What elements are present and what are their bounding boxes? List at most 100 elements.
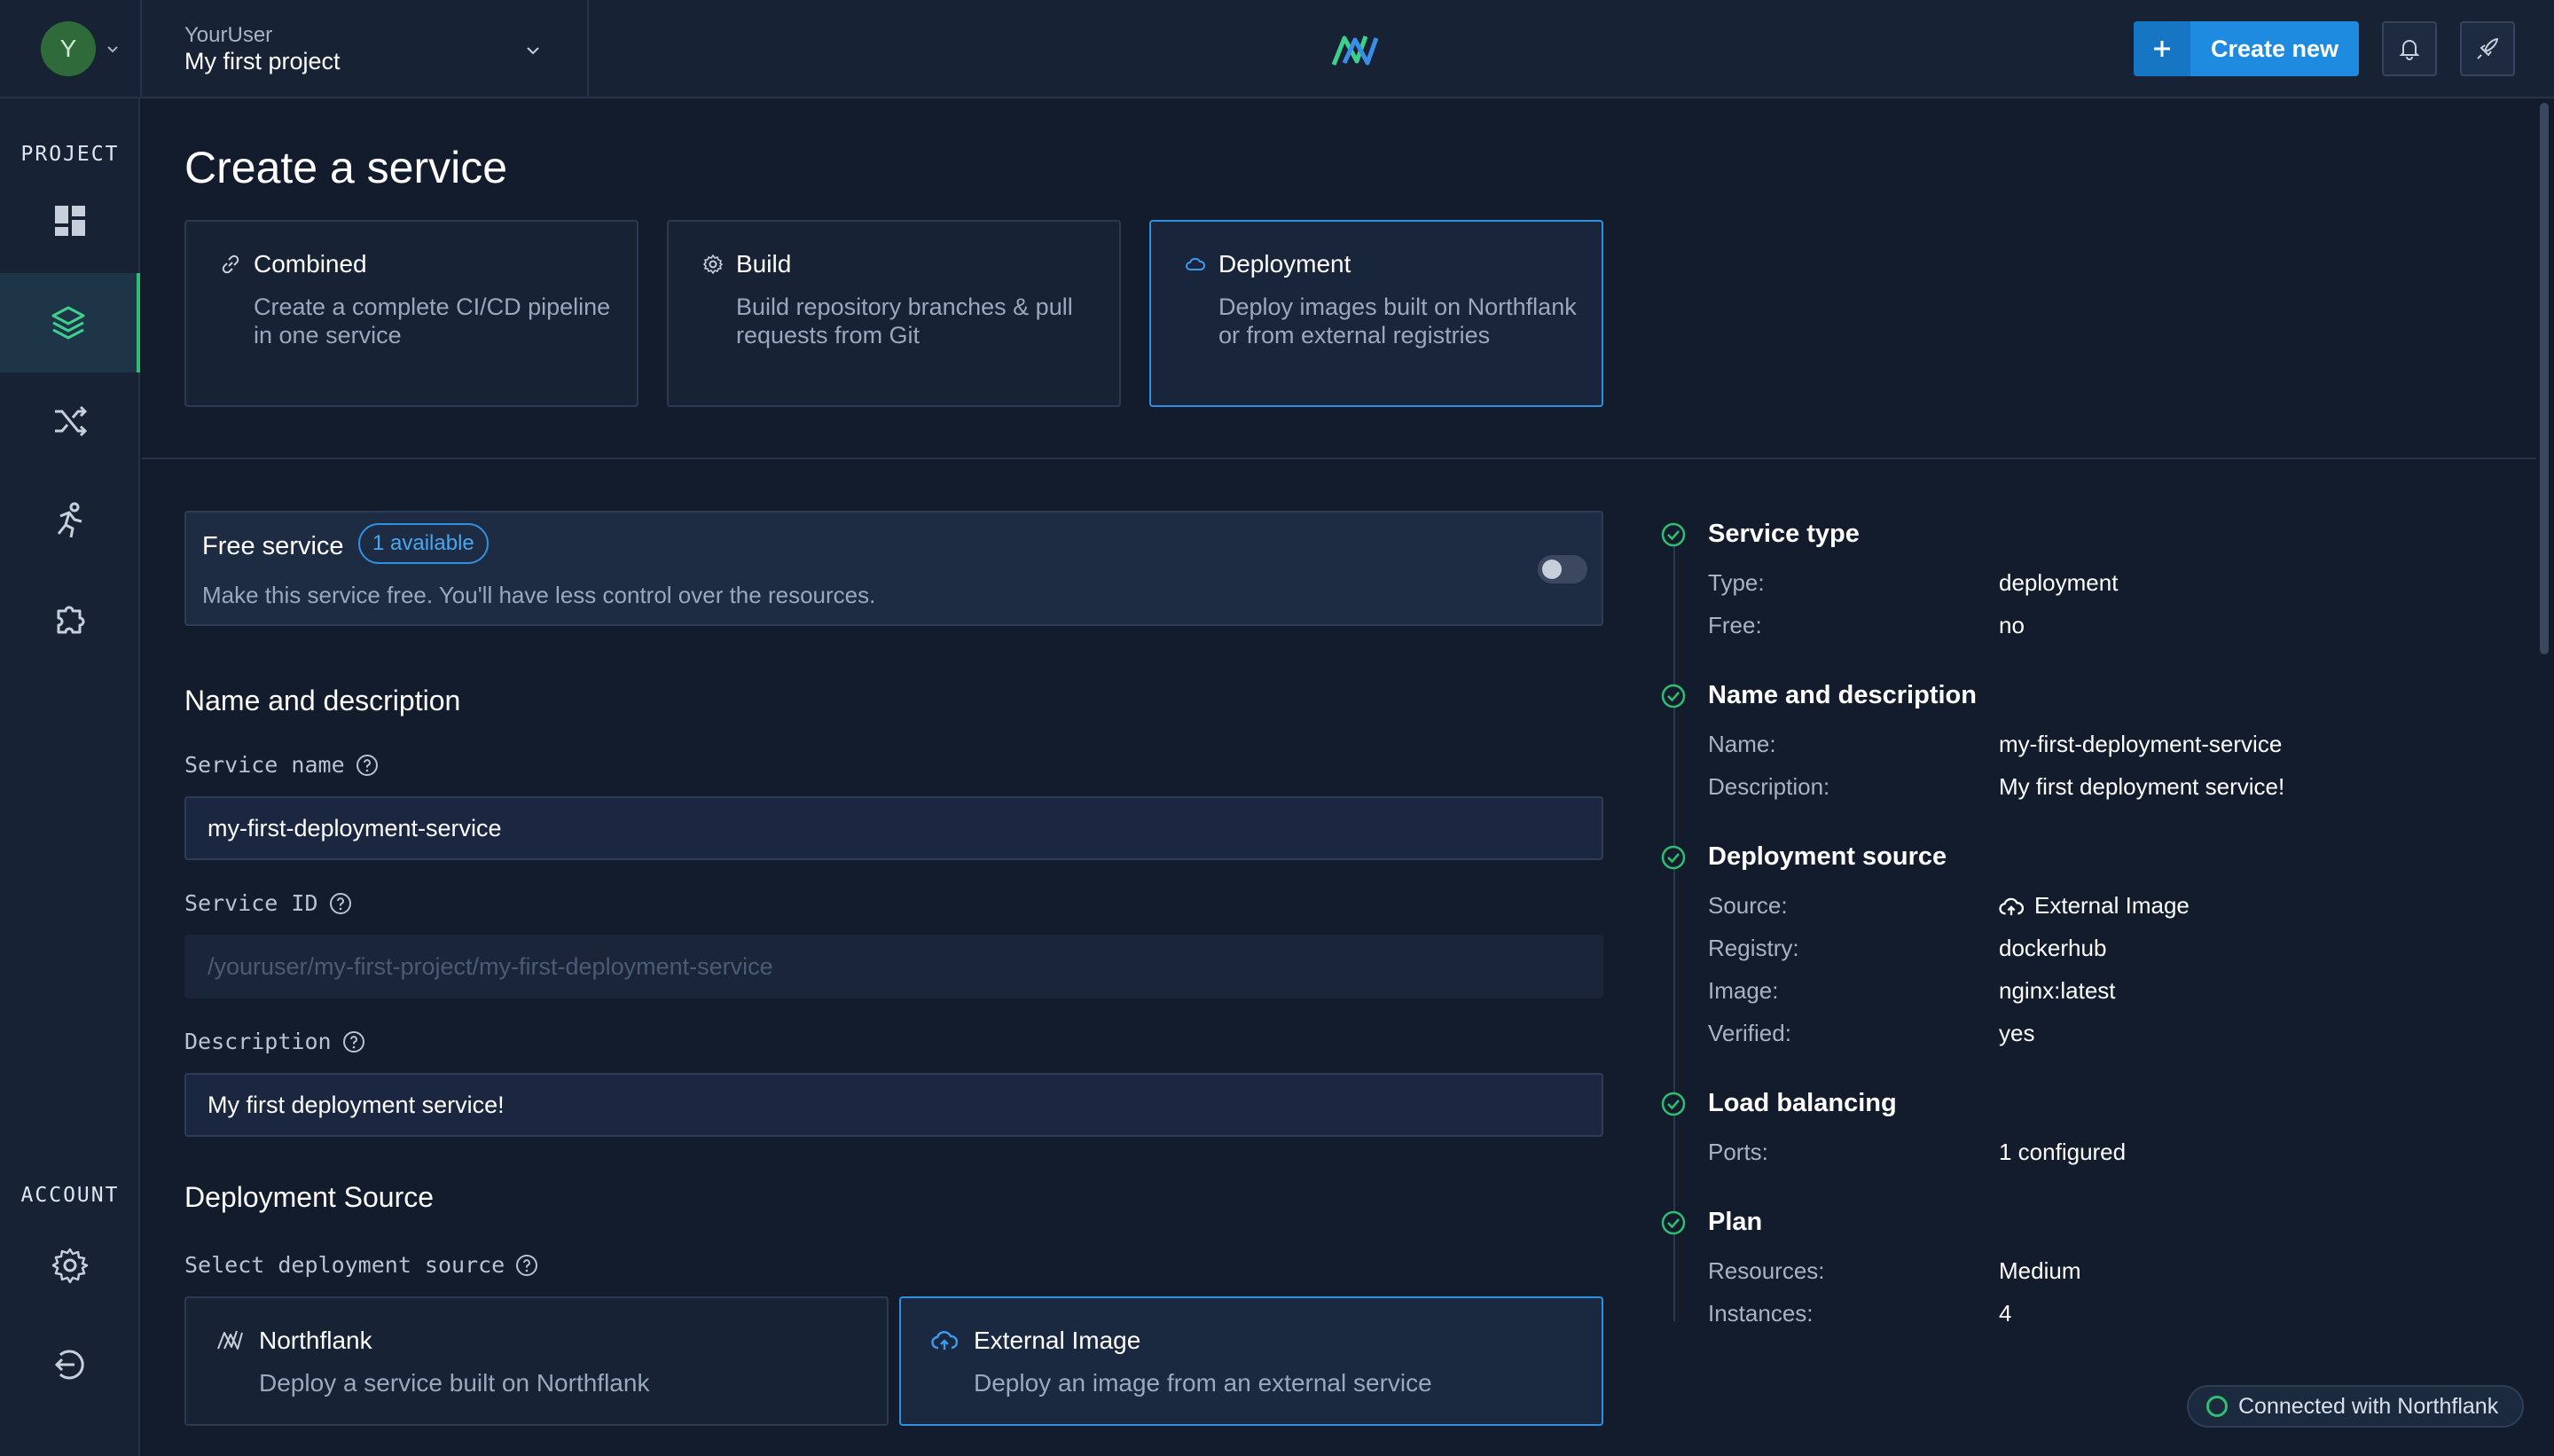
section-divider bbox=[142, 458, 2536, 459]
sidebar-item-logout[interactable] bbox=[0, 1315, 140, 1414]
rocket-icon bbox=[2477, 38, 2498, 59]
summary-key: Verified: bbox=[1708, 1020, 1791, 1046]
cloud-icon bbox=[1186, 257, 1206, 270]
source-option-desc: Deploy an image from an external service bbox=[974, 1369, 1432, 1397]
check-circle-icon bbox=[1661, 522, 1686, 547]
help-icon[interactable] bbox=[515, 1254, 538, 1277]
gear-icon bbox=[703, 254, 723, 274]
sidebar: PROJECT ACCOUNT bbox=[0, 98, 140, 1456]
summary-value: My first deployment service! bbox=[1999, 773, 2285, 800]
source-option-title: Northflank bbox=[259, 1327, 372, 1354]
launch-button[interactable] bbox=[2460, 21, 2515, 76]
cloud-upload-icon bbox=[931, 1331, 958, 1350]
free-service-title: Free service bbox=[202, 532, 344, 560]
service-type-combined[interactable]: Combined Create a complete CI/CD pipelin… bbox=[184, 220, 638, 407]
name-section-title: Name and description bbox=[184, 685, 461, 716]
service-id-input: /youruser/my-first-project/my-first-depl… bbox=[184, 935, 1603, 998]
free-service-toggle[interactable] bbox=[1538, 555, 1587, 583]
sidebar-item-services[interactable] bbox=[0, 273, 140, 372]
summary-value: deployment bbox=[1999, 569, 2119, 596]
summary-row: Resources: Medium bbox=[1708, 1257, 2453, 1288]
check-circle-icon bbox=[1661, 845, 1686, 870]
help-icon[interactable] bbox=[329, 892, 352, 915]
summary-value: yes bbox=[1999, 1020, 2035, 1046]
sidebar-item-settings[interactable] bbox=[0, 1216, 140, 1315]
help-icon[interactable] bbox=[356, 754, 379, 777]
summary-title: Plan bbox=[1708, 1208, 1763, 1236]
header-divider bbox=[587, 0, 589, 98]
service-name-label-text: Service name bbox=[184, 752, 345, 778]
service-type-build[interactable]: Build Build repository branches & pull r… bbox=[667, 220, 1121, 407]
connection-status-text: Connected with Northflank bbox=[2238, 1393, 2499, 1419]
notifications-button[interactable] bbox=[2382, 21, 2437, 76]
header-divider bbox=[140, 0, 142, 98]
free-service-panel: Free service 1 available Make this servi… bbox=[184, 511, 1603, 626]
summary-row: Free: no bbox=[1708, 612, 2453, 642]
summary-panel: Service type Type: deployment Free: no Nam… bbox=[1658, 514, 2456, 1348]
northflank-logo-icon[interactable] bbox=[1330, 31, 1380, 68]
service-type-deployment[interactable]: Deployment Deploy images built on Northf… bbox=[1149, 220, 1603, 407]
scrollbar-thumb[interactable] bbox=[2540, 103, 2549, 654]
summary-value: dockerhub bbox=[1999, 935, 2107, 961]
check-circle-icon bbox=[1661, 684, 1686, 708]
chevron-down-icon[interactable] bbox=[105, 41, 121, 57]
sidebar-item-jobs[interactable] bbox=[0, 471, 140, 570]
project-switcher[interactable]: YourUser My first project bbox=[184, 21, 548, 76]
check-circle-icon bbox=[1661, 1210, 1686, 1235]
source-option-external-image[interactable]: External Image Deploy an image from an e… bbox=[899, 1296, 1603, 1426]
select-source-label: Select deployment source bbox=[184, 1252, 538, 1278]
project-name: My first project bbox=[184, 48, 341, 74]
service-name-label: Service name bbox=[184, 752, 379, 778]
summary-key: Free: bbox=[1708, 612, 1762, 638]
summary-value: External Image bbox=[2034, 892, 2190, 919]
summary-row: Instances: 4 bbox=[1708, 1300, 2453, 1330]
sidebar-heading-project: PROJECT bbox=[20, 143, 120, 166]
service-id-label: Service ID bbox=[184, 890, 352, 916]
create-new-button[interactable]: Create new bbox=[2134, 21, 2359, 76]
summary-row: Source: External Image bbox=[1708, 892, 2453, 922]
puzzle-icon bbox=[57, 606, 85, 634]
select-source-label-text: Select deployment source bbox=[184, 1252, 505, 1278]
summary-row: Verified: yes bbox=[1708, 1020, 2453, 1050]
summary-row: Registry: dockerhub bbox=[1708, 935, 2453, 965]
summary-row: Image: nginx:latest bbox=[1708, 977, 2453, 1007]
service-type-title: Combined bbox=[254, 250, 367, 278]
summary-key: Description: bbox=[1708, 773, 1830, 800]
summary-row: Ports: 1 configured bbox=[1708, 1139, 2453, 1169]
sidebar-item-pipelines[interactable] bbox=[0, 372, 140, 471]
cloud-upload-icon bbox=[1999, 897, 2024, 915]
service-type-desc: Build repository branches & pull request… bbox=[736, 294, 1073, 348]
service-id-label-text: Service ID bbox=[184, 890, 318, 916]
free-service-desc: Make this service free. You'll have less… bbox=[202, 582, 876, 608]
northflank-icon bbox=[217, 1330, 243, 1350]
summary-row: Description: My first deployment service! bbox=[1708, 773, 2453, 803]
create-new-label: Create new bbox=[2210, 35, 2339, 62]
description-input[interactable]: My first deployment service! bbox=[184, 1073, 1603, 1137]
help-icon[interactable] bbox=[342, 1030, 365, 1053]
sidebar-item-dashboard[interactable] bbox=[0, 171, 140, 270]
service-name-input[interactable]: my-first-deployment-service bbox=[184, 796, 1603, 860]
dashboard-icon bbox=[55, 206, 85, 236]
service-type-title: Build bbox=[736, 250, 792, 278]
source-option-northflank[interactable]: Northflank Deploy a service built on Nor… bbox=[184, 1296, 889, 1426]
user-menu[interactable]: Y bbox=[41, 21, 121, 76]
sidebar-item-addons[interactable] bbox=[0, 569, 140, 669]
description-label-text: Description bbox=[184, 1029, 332, 1054]
connection-status-badge: Connected with Northflank bbox=[2187, 1385, 2524, 1428]
source-option-title: External Image bbox=[974, 1327, 1141, 1354]
logout-icon bbox=[54, 1350, 84, 1380]
summary-timeline bbox=[1673, 541, 1675, 1321]
summary-title: Load balancing bbox=[1708, 1089, 1897, 1117]
project-user: YourUser bbox=[184, 23, 273, 47]
summary-key: Image: bbox=[1708, 977, 1779, 1004]
free-service-badge: 1 available bbox=[358, 523, 489, 564]
summary-key: Name: bbox=[1708, 731, 1776, 757]
source-option-desc: Deploy a service built on Northflank bbox=[259, 1369, 650, 1397]
avatar[interactable]: Y bbox=[41, 21, 96, 76]
summary-value: my-first-deployment-service bbox=[1999, 731, 2283, 757]
summary-key: Instances: bbox=[1708, 1300, 1814, 1327]
service-type-desc: Deploy images built on Northflank or fro… bbox=[1218, 294, 1577, 348]
check-circle-icon bbox=[1661, 1092, 1686, 1116]
status-dot-icon bbox=[2206, 1396, 2228, 1417]
chevron-down-icon[interactable] bbox=[523, 41, 543, 60]
